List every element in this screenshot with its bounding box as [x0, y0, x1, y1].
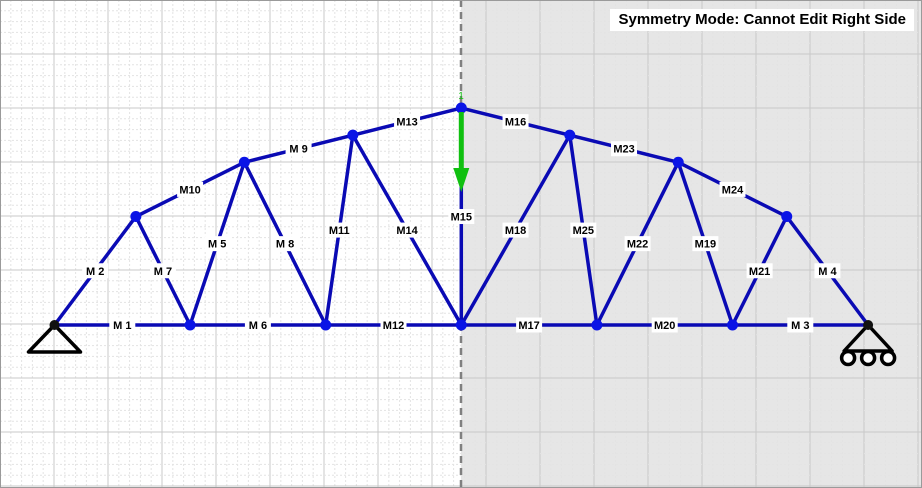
- joint-j11[interactable]: [455, 102, 467, 114]
- member-label: M21: [746, 263, 773, 279]
- member-label-text: M 3: [791, 320, 809, 332]
- member-label: M 1: [109, 317, 136, 333]
- member-label: M 4: [814, 263, 841, 279]
- member-label-text: M17: [518, 320, 539, 332]
- member-label-text: M23: [613, 144, 634, 156]
- joint-j8[interactable]: [130, 211, 142, 223]
- joint-j12[interactable]: [564, 129, 576, 141]
- member-label: M19: [692, 236, 719, 252]
- member-label: M13: [394, 114, 421, 130]
- joint-j6[interactable]: [727, 319, 738, 331]
- joint-j1[interactable]: [49, 320, 60, 330]
- member-label-text: M12: [383, 320, 404, 332]
- member-label: M20: [651, 317, 678, 333]
- member-label-text: M 1: [113, 320, 131, 332]
- member-label-text: M24: [722, 184, 744, 196]
- member-label: M22: [624, 236, 651, 252]
- member-label-text: M 7: [154, 266, 172, 278]
- joint-j14[interactable]: [781, 211, 793, 223]
- member-label: M 8: [272, 236, 299, 252]
- member-label: M12: [380, 317, 407, 333]
- member-label: M 7: [149, 263, 176, 279]
- member-label: M23: [611, 141, 638, 157]
- member-label: M24: [719, 181, 746, 197]
- member-label-text: M21: [749, 266, 770, 278]
- member-label: M25: [570, 222, 597, 238]
- member-label-text: M 8: [276, 239, 294, 251]
- roller-wheel: [839, 349, 857, 367]
- joint-j10[interactable]: [347, 129, 359, 141]
- truss-drawing[interactable]: M 1 M 6 M12 M17 M20 M 3 M 2 M10 M 9 M13 M16 M23 M24 M…: [0, 0, 922, 488]
- member-label-text: M22: [627, 239, 648, 251]
- symmetry-mode-banner: Symmetry Mode: Cannot Edit Right Side: [610, 9, 914, 31]
- member-label: M18: [502, 222, 529, 238]
- roller-wheel: [879, 349, 897, 367]
- member-label-text: M20: [654, 320, 675, 332]
- roller-wheel: [859, 349, 877, 367]
- member-label: M15: [448, 209, 475, 225]
- member-label: M 5: [204, 236, 231, 252]
- member-label-text: M13: [396, 117, 417, 129]
- member-label-text: M 5: [208, 239, 226, 251]
- member-label: M11: [326, 222, 353, 238]
- member-label: M 2: [82, 263, 109, 279]
- joint-j5[interactable]: [591, 319, 603, 331]
- joint-j13[interactable]: [672, 156, 684, 168]
- member-label-text: M16: [505, 117, 526, 129]
- joint-j4[interactable]: [455, 319, 467, 331]
- member-label-text: M15: [451, 212, 472, 224]
- member-label: M17: [516, 317, 543, 333]
- member-label-text: M 6: [249, 320, 267, 332]
- member-label: M16: [502, 114, 529, 130]
- member-label: M10: [177, 181, 204, 197]
- member-label-text: M11: [329, 225, 350, 237]
- member-label-text: M14: [396, 225, 418, 237]
- member-label: M 3: [787, 317, 814, 333]
- member-label-text: M25: [573, 225, 594, 237]
- joint-j2[interactable]: [184, 319, 196, 331]
- member-label-text: M 2: [86, 266, 104, 278]
- member-label-text: M 4: [818, 266, 837, 278]
- load-label: 1: [458, 91, 464, 102]
- joint-j9[interactable]: [238, 156, 250, 168]
- joint-j7[interactable]: [863, 320, 874, 330]
- member-label-text: M19: [695, 239, 716, 251]
- member-label-text: M 9: [289, 144, 307, 156]
- member-label-text: M10: [179, 184, 200, 196]
- member-label: M 6: [244, 317, 271, 333]
- truss-editor-canvas[interactable]: M 1 M 6 M12 M17 M20 M 3 M 2 M10 M 9 M13 M16 M23 M24 M…: [0, 0, 922, 488]
- member-label: M14: [394, 222, 421, 238]
- member-label: M 9: [285, 141, 312, 157]
- joint-j3[interactable]: [320, 319, 332, 331]
- member-label-text: M18: [505, 225, 526, 237]
